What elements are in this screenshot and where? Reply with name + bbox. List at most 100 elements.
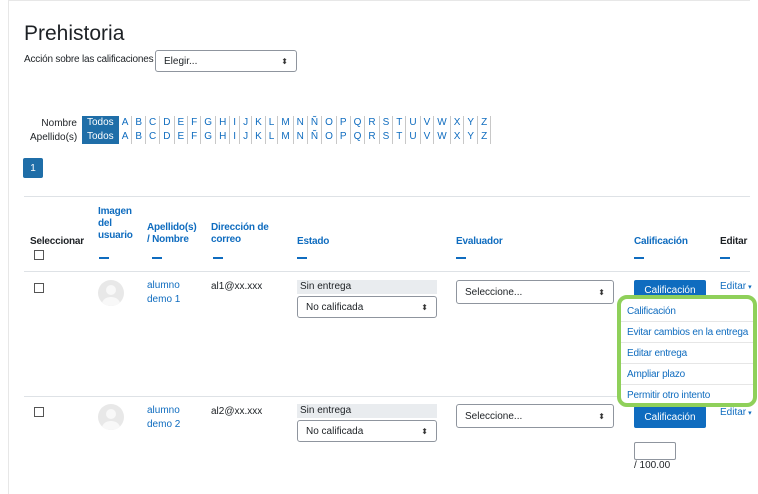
- first-name-filter-letter[interactable]: N: [294, 116, 308, 130]
- last-name-filter-letter[interactable]: S: [380, 130, 394, 144]
- header-image-line1: Imagen: [98, 206, 132, 217]
- last-name-filter-letter[interactable]: T: [393, 130, 407, 144]
- first-name-filter-letter[interactable]: X: [451, 116, 465, 130]
- first-name-filter-letter[interactable]: C: [146, 116, 161, 130]
- sort-arrows-icon: ⬍: [598, 287, 605, 297]
- row2-grade-input[interactable]: [634, 442, 676, 460]
- menu-item-grade[interactable]: Calificación: [621, 301, 753, 322]
- first-name-filter-letter[interactable]: Z: [478, 116, 492, 130]
- last-name-filter: Apellido(s) Todos ABCDEFGHIJKLMNÑOPQRSTU…: [30, 130, 492, 144]
- last-name-filter-letter[interactable]: D: [160, 130, 175, 144]
- row2-grader-select[interactable]: Seleccione... ⬍: [456, 404, 614, 428]
- first-name-filter-letter[interactable]: S: [380, 116, 394, 130]
- header-grade-sort-indicator: [634, 257, 644, 259]
- row2-edit-label: Editar: [720, 407, 747, 418]
- header-image[interactable]: Imagen del usuario: [98, 206, 133, 242]
- header-name-sort-indicator: [152, 257, 162, 259]
- row1-select-checkbox[interactable]: [34, 283, 44, 293]
- row2-email: al2@xx.xxx: [211, 406, 263, 417]
- last-name-filter-letter[interactable]: R: [365, 130, 380, 144]
- header-email-sort-indicator: [213, 257, 223, 259]
- first-name-filter-letter[interactable]: Q: [351, 116, 366, 130]
- last-name-filter-all[interactable]: Todos: [82, 130, 119, 144]
- last-name-filter-letter[interactable]: L: [266, 130, 279, 144]
- last-name-filter-letter[interactable]: Q: [351, 130, 366, 144]
- last-name-filter-letter[interactable]: G: [201, 130, 217, 144]
- last-name-filter-letter[interactable]: E: [175, 130, 189, 144]
- header-grader[interactable]: Evaluador: [456, 236, 503, 248]
- first-name-filter-letter[interactable]: D: [160, 116, 175, 130]
- last-name-filter-letter[interactable]: C: [146, 130, 161, 144]
- first-name-filter-letter[interactable]: P: [337, 116, 351, 130]
- first-name-filter-letter[interactable]: F: [188, 116, 202, 130]
- header-name-line2: / Nombre: [147, 234, 189, 245]
- first-name-filter-letter[interactable]: H: [216, 116, 231, 130]
- grading-action-value: Elegir...: [164, 55, 198, 67]
- menu-item-edit-submission[interactable]: Editar entrega: [621, 343, 753, 364]
- last-name-filter-letter[interactable]: U: [406, 130, 421, 144]
- header-email-line1: Dirección de: [211, 222, 269, 233]
- first-name-filter-letter[interactable]: R: [365, 116, 380, 130]
- header-status[interactable]: Estado: [297, 236, 329, 248]
- last-name-filter-letter[interactable]: A: [119, 130, 133, 144]
- first-name-filter-letter[interactable]: Ñ: [308, 116, 323, 130]
- first-name-filter-letter[interactable]: B: [132, 116, 147, 130]
- grading-action-label: Acción sobre las calificaciones: [24, 54, 154, 65]
- row2-grade-max: / 100.00: [634, 460, 671, 471]
- first-name-filter-letter[interactable]: A: [119, 116, 133, 130]
- last-name-filter-letter[interactable]: F: [188, 130, 202, 144]
- row1-student-link[interactable]: alumno demo 1: [147, 279, 180, 307]
- first-name-filter-letter[interactable]: J: [240, 116, 253, 130]
- row2-grade-button[interactable]: Calificación: [634, 406, 706, 428]
- pagination-page-button[interactable]: 1: [23, 158, 43, 178]
- last-name-filter-letter[interactable]: N: [294, 130, 308, 144]
- first-name-filter-letter[interactable]: G: [201, 116, 217, 130]
- row2-student-link[interactable]: alumno demo 2: [147, 404, 180, 432]
- row1-submission-status: Sin entrega: [297, 280, 437, 294]
- first-name-filter-letter[interactable]: T: [393, 116, 407, 130]
- first-name-filter-letter[interactable]: W: [434, 116, 451, 130]
- last-name-filter-letter[interactable]: W: [434, 130, 451, 144]
- grading-action-select[interactable]: Elegir... ⬍: [155, 50, 297, 72]
- sort-arrows-icon: ⬍: [598, 411, 605, 421]
- row2-select-checkbox[interactable]: [34, 407, 44, 417]
- last-name-filter-letter[interactable]: K: [252, 130, 266, 144]
- last-name-filter-letter[interactable]: J: [240, 130, 253, 144]
- last-name-filter-letter[interactable]: Ñ: [308, 130, 323, 144]
- last-name-filter-letter[interactable]: P: [337, 130, 351, 144]
- first-name-filter-letter[interactable]: L: [266, 116, 279, 130]
- row2-grader-value: Seleccione...: [465, 410, 523, 422]
- menu-item-prevent-changes[interactable]: Evitar cambios en la entrega: [621, 322, 753, 343]
- last-name-filter-letter[interactable]: Y: [464, 130, 479, 144]
- row1-edit-dropdown[interactable]: Editar ▾: [720, 281, 752, 292]
- header-name[interactable]: Apellido(s) / Nombre: [147, 222, 197, 246]
- last-name-filter-letter[interactable]: X: [451, 130, 465, 144]
- header-edit: Editar: [720, 236, 748, 247]
- header-email[interactable]: Dirección de correo: [211, 222, 269, 246]
- menu-item-extend-deadline[interactable]: Ampliar plazo: [621, 364, 753, 385]
- first-name-filter-letter[interactable]: Y: [464, 116, 479, 130]
- select-all-checkbox[interactable]: [34, 250, 44, 260]
- menu-item-allow-another-attempt[interactable]: Permitir otro intento: [621, 385, 753, 406]
- first-name-filter-letter[interactable]: E: [175, 116, 189, 130]
- first-name-filter-all[interactable]: Todos: [82, 116, 119, 130]
- first-name-filter-letter[interactable]: V: [421, 116, 435, 130]
- first-name-filter-letter[interactable]: O: [322, 116, 337, 130]
- first-name-filter-letter[interactable]: K: [252, 116, 266, 130]
- row1-grader-select[interactable]: Seleccione... ⬍: [456, 280, 614, 304]
- row2-edit-dropdown[interactable]: Editar ▾: [720, 407, 752, 418]
- last-name-filter-letter[interactable]: B: [132, 130, 147, 144]
- row1-name-line2: demo 1: [147, 294, 181, 305]
- first-name-filter-letter[interactable]: I: [230, 116, 241, 130]
- header-grade[interactable]: Calificación: [634, 236, 688, 248]
- last-name-filter-letter[interactable]: Z: [478, 130, 492, 144]
- sort-arrows-icon: ⬍: [281, 56, 288, 66]
- last-name-filter-letter[interactable]: M: [278, 130, 294, 144]
- last-name-filter-letter[interactable]: O: [322, 130, 337, 144]
- last-name-filter-letter[interactable]: I: [230, 130, 241, 144]
- first-name-filter-letter[interactable]: U: [406, 116, 421, 130]
- last-name-filter-letter[interactable]: H: [216, 130, 231, 144]
- row1-grader-value: Seleccione...: [465, 286, 523, 298]
- first-name-filter-letter[interactable]: M: [278, 116, 294, 130]
- last-name-filter-letter[interactable]: V: [421, 130, 435, 144]
